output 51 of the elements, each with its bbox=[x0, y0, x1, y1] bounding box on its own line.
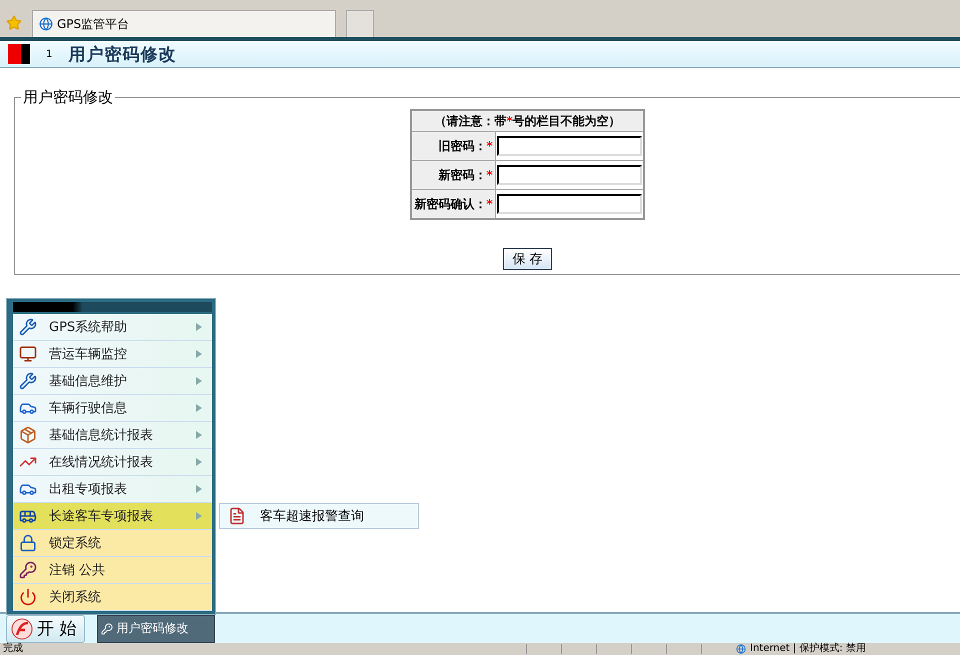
wrench-icon bbox=[19, 372, 37, 390]
browser-tab[interactable]: GPS监管平台 bbox=[32, 10, 336, 37]
key-icon bbox=[19, 561, 37, 579]
submenu-arrow-icon bbox=[196, 323, 202, 331]
save-button[interactable]: 保 存 bbox=[503, 248, 552, 270]
submenu-arrow-icon bbox=[196, 485, 202, 493]
password-field[interactable] bbox=[496, 165, 642, 185]
password-field[interactable] bbox=[496, 136, 642, 156]
menu-item[interactable]: 营运车辆监控 bbox=[13, 341, 212, 368]
logo-icon bbox=[8, 44, 30, 64]
menu-item[interactable]: 在线情况统计报表 bbox=[13, 449, 212, 476]
submenu-arrow-icon bbox=[196, 431, 202, 439]
menu-item[interactable]: 车辆行驶信息 bbox=[13, 395, 212, 422]
menu-item[interactable]: 关闭系统 bbox=[13, 584, 212, 611]
browser-icon bbox=[39, 17, 53, 31]
task-icon bbox=[101, 622, 114, 634]
favorites-star-icon[interactable] bbox=[6, 15, 22, 31]
submenu-arrow-icon bbox=[196, 404, 202, 412]
menu-item[interactable]: 注销 公共 bbox=[13, 557, 212, 584]
submenu-arrow-icon bbox=[196, 458, 202, 466]
header-number: 1 bbox=[46, 48, 52, 60]
submenu-arrow-icon bbox=[196, 512, 202, 520]
submenu-item[interactable]: 客车超速报警查询 bbox=[219, 503, 419, 529]
monitor-icon bbox=[19, 345, 37, 363]
zone-text: Internet | 保护模式: 禁用 bbox=[750, 643, 867, 655]
status-text: 完成 bbox=[3, 643, 24, 655]
menu-item[interactable]: 出租专项报表 bbox=[13, 476, 212, 503]
globe-icon bbox=[736, 644, 746, 654]
start-button[interactable]: 开 始 bbox=[6, 614, 86, 642]
password-field[interactable] bbox=[496, 194, 642, 214]
submenu-arrow-icon bbox=[196, 377, 202, 385]
tab-title: GPS监管平台 bbox=[57, 16, 130, 32]
power-icon bbox=[19, 588, 37, 606]
menu-item[interactable]: GPS系统帮助 bbox=[13, 314, 212, 341]
box-icon bbox=[19, 426, 37, 444]
page-title: 用户密码修改 bbox=[68, 44, 176, 66]
form-note: （请注意：带*号的栏目不能为空） bbox=[411, 110, 644, 132]
field-label: 新密码确认：* bbox=[411, 190, 496, 219]
submenu-arrow-icon bbox=[196, 350, 202, 358]
menu-item[interactable]: 基础信息统计报表 bbox=[13, 422, 212, 449]
menu-item[interactable]: 锁定系统 bbox=[13, 530, 212, 557]
wrench-icon bbox=[19, 318, 37, 336]
start-logo-icon bbox=[11, 618, 33, 640]
taskbar-task[interactable]: 用户密码修改 bbox=[97, 614, 216, 642]
lock-icon bbox=[19, 534, 37, 552]
field-label: 旧密码：* bbox=[411, 132, 496, 160]
form-legend: 用户密码修改 bbox=[21, 88, 115, 107]
menu-item[interactable]: 基础信息维护 bbox=[13, 368, 212, 395]
menu-item[interactable]: 长途客车专项报表 bbox=[13, 503, 212, 530]
document-icon bbox=[228, 507, 246, 525]
field-label: 新密码：* bbox=[411, 160, 496, 190]
